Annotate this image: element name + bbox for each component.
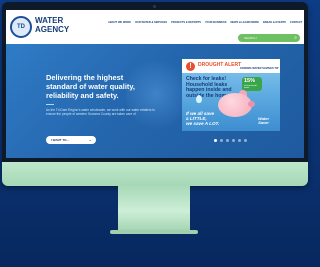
hero-title: Delivering the highest standard of water… xyxy=(46,73,135,100)
water-drop-icon xyxy=(196,95,202,103)
carousel-dot[interactable] xyxy=(220,139,223,142)
carousel-dot[interactable] xyxy=(244,139,247,142)
carousel-dot[interactable] xyxy=(214,139,217,142)
nav-item-events[interactable]: BREAK & EVENTS xyxy=(263,21,286,24)
carousel-dot[interactable] xyxy=(226,139,229,142)
carousel-dot[interactable] xyxy=(238,139,241,142)
nav-item-contact[interactable]: CONTACT xyxy=(290,21,303,24)
promo-tagline: If we all save a LITTLE, we save A LOT. xyxy=(186,111,220,126)
nav-item-about[interactable]: ABOUT WE WORK xyxy=(108,21,131,24)
hero-section: Delivering the highest standard of water… xyxy=(6,44,304,158)
monitor-chin xyxy=(2,162,308,186)
hero-body: As the Tri-Dam Region's water wholesaler… xyxy=(46,108,156,117)
main-nav: ABOUT WE WORK OUR WATER & SERVICES PROJE… xyxy=(108,21,302,24)
nav-item-projects[interactable]: PROJECTS & REPORTS xyxy=(171,21,201,24)
camera xyxy=(153,5,156,8)
logo-text[interactable]: WATER AGENCY xyxy=(35,16,69,34)
chevron-down-icon: ⌄ xyxy=(88,137,92,142)
search-icon[interactable]: ⌕ xyxy=(294,35,297,41)
monitor-stand-base xyxy=(110,230,198,234)
percent-badge: 15% of household water xyxy=(242,77,262,91)
drought-alert-label: DROUGHT ALERT xyxy=(198,62,242,68)
monitor: TD WATER AGENCY ABOUT WE WORK OUR WATER … xyxy=(2,2,308,186)
screen: TD WATER AGENCY ABOUT WE WORK OUR WATER … xyxy=(6,10,304,158)
alert-icon: ! xyxy=(186,62,195,71)
carousel-dots xyxy=(214,139,247,142)
promo-slide[interactable]: ! DROUGHT ALERT SONOMA WATER SAVINGS TIP… xyxy=(182,59,280,131)
promo-signature: Water Saver xyxy=(258,116,270,125)
promo-header: ! DROUGHT ALERT SONOMA WATER SAVINGS TIP xyxy=(182,59,280,73)
percent-caption: of household water xyxy=(244,85,257,89)
search-input[interactable]: SEARCH ⌕ xyxy=(238,34,300,42)
i-want-to-dropdown[interactable]: I WANT TO... ⌄ xyxy=(46,136,96,144)
promo-brand: SONOMA WATER SAVINGS TIP xyxy=(240,67,279,70)
nav-item-business[interactable]: YOUR BUSINESS xyxy=(205,21,226,24)
nav-item-news[interactable]: NEWS & LEARN MORE xyxy=(230,21,259,24)
title-rule xyxy=(46,104,54,105)
carousel-dot[interactable] xyxy=(232,139,235,142)
search-placeholder: SEARCH xyxy=(244,36,257,40)
percent-value: 15% xyxy=(244,78,256,84)
logo-badge[interactable]: TD xyxy=(10,16,32,38)
monitor-stand xyxy=(118,186,190,232)
nav-item-services[interactable]: OUR WATER & SERVICES xyxy=(135,21,167,24)
site-header: TD WATER AGENCY ABOUT WE WORK OUR WATER … xyxy=(6,10,304,44)
cta-label: I WANT TO... xyxy=(51,138,69,142)
piggy-snout xyxy=(248,101,255,107)
